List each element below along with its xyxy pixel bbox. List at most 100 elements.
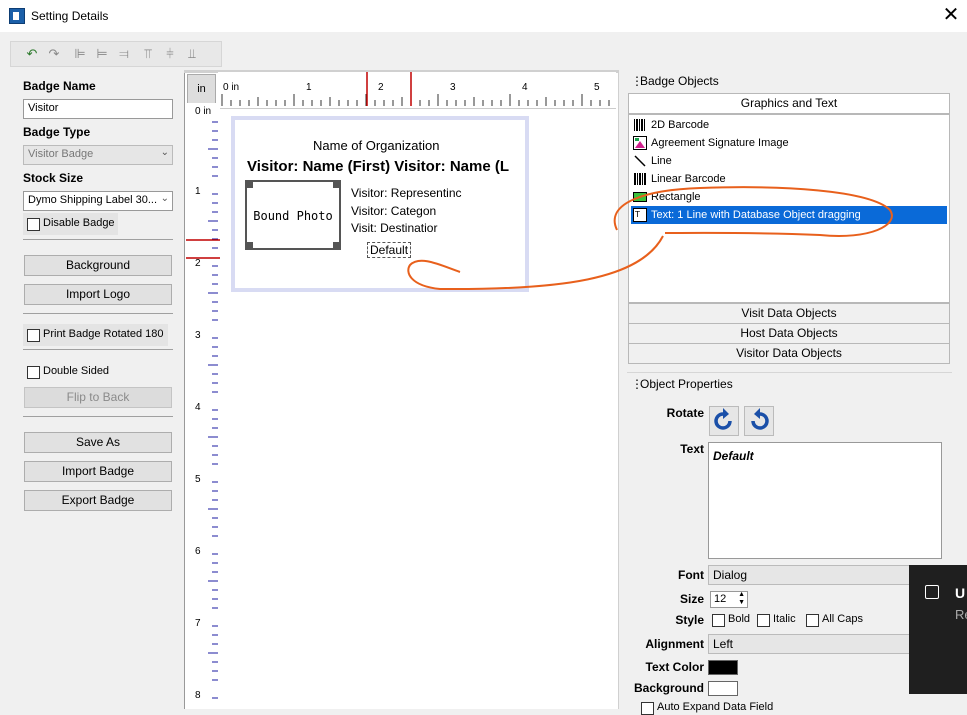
list-item[interactable]: Agreement Signature Image	[631, 134, 947, 152]
list-item-selected[interactable]: T Text: 1 Line with Database Object drag…	[631, 206, 947, 224]
ruler-h-label: 5	[594, 82, 600, 93]
align-top-icon[interactable]: ⫪	[139, 45, 157, 63]
list-item[interactable]: Line	[631, 152, 947, 170]
badge-name-input[interactable]: Visitor	[23, 99, 173, 119]
resize-handle[interactable]	[245, 242, 253, 250]
barcode-icon	[634, 173, 646, 185]
close-button[interactable]: ✕	[937, 2, 965, 30]
auto-expand-label: Auto Expand Data Field	[657, 701, 774, 713]
align-center-icon[interactable]: ⊨	[93, 45, 111, 63]
vertical-ruler: 0 in 1 2 3 4 5 6 7 8	[186, 103, 220, 709]
rotate-right-button[interactable]	[744, 406, 774, 436]
text-icon: T	[633, 208, 647, 222]
ruler-v-label: 2	[195, 258, 201, 269]
rotate-left-button[interactable]	[709, 406, 739, 436]
badge-type-select[interactable]: Visitor Badge ⌄	[23, 145, 173, 165]
text-color-swatch[interactable]	[708, 660, 738, 675]
list-item-label: Rectangle	[651, 191, 701, 203]
align-right-icon[interactable]: ⫤	[115, 45, 133, 63]
align-left-icon[interactable]: ⊫	[71, 45, 89, 63]
notification-icon	[925, 585, 939, 599]
horizontal-ruler: 0 in 1 2 3 4 5	[218, 72, 616, 109]
double-sided-checkbox[interactable]	[27, 366, 40, 379]
rectangle-icon	[633, 192, 647, 202]
background-button[interactable]: Background	[24, 255, 172, 276]
list-item[interactable]: Linear Barcode	[631, 170, 947, 188]
stock-size-select[interactable]: Dymo Shipping Label 30... ⌄	[23, 191, 173, 211]
redo-icon[interactable]: ↷	[45, 45, 63, 63]
tab-host-data-objects[interactable]: Host Data Objects	[628, 323, 950, 344]
print-rotated-label: Print Badge Rotated 180	[43, 328, 164, 340]
list-item-label: Linear Barcode	[651, 173, 726, 185]
default-text-object[interactable]: Default	[367, 242, 412, 258]
resize-handle[interactable]	[245, 180, 253, 188]
app-icon	[9, 8, 25, 24]
list-item-label: Text: 1 Line with Database Object draggi…	[651, 209, 861, 221]
background-color-swatch[interactable]	[708, 681, 738, 696]
list-item[interactable]: Rectangle	[631, 188, 947, 206]
list-item[interactable]: 2D Barcode	[631, 116, 947, 134]
unit-toggle-button[interactable]: in	[187, 74, 216, 104]
line-icon	[634, 155, 646, 167]
tab-graphics-and-text[interactable]: Graphics and Text	[628, 93, 950, 114]
disable-badge-checkbox[interactable]	[27, 218, 40, 231]
import-badge-button[interactable]: Import Badge	[24, 461, 172, 482]
alignment-label: Alignment	[645, 637, 704, 651]
ruler-v-label: 1	[195, 186, 201, 197]
category-text[interactable]: Visitor: Categon	[351, 204, 441, 218]
bound-photo-placeholder[interactable]: Bound Photo	[245, 180, 341, 250]
ruler-ticks	[221, 72, 610, 106]
divider	[23, 416, 173, 417]
double-sided-label: Double Sided	[43, 365, 110, 377]
badge-type-label: Badge Type	[23, 125, 91, 139]
undo-icon[interactable]: ↶	[23, 45, 41, 63]
bold-label: Bold	[728, 613, 751, 625]
badge-type-value: Visitor Badge	[28, 148, 94, 160]
size-label: Size	[679, 592, 704, 606]
rotate-cw-icon	[751, 408, 769, 430]
rotate-ccw-icon	[714, 408, 732, 430]
badge-preview[interactable]: Name of Organization Visitor: Name (Firs…	[231, 116, 529, 292]
text-content-input[interactable]: Default	[708, 442, 942, 559]
badge-objects-list: 2D Barcode Agreement Signature Image Lin…	[628, 114, 950, 303]
print-rotated-row[interactable]: Print Badge Rotated 180	[23, 324, 168, 346]
export-badge-button[interactable]: Export Badge	[24, 490, 172, 511]
notification-toast[interactable]: U Re	[909, 565, 967, 694]
font-select[interactable]: Dialog	[708, 565, 918, 585]
ruler-h-label: 0 in	[223, 82, 240, 93]
save-as-button[interactable]: Save As	[24, 432, 172, 453]
bold-checkbox[interactable]	[712, 614, 725, 627]
title-bar	[0, 0, 967, 32]
ruler-v-label: 5	[195, 474, 201, 485]
destination-text[interactable]: Visit: Destinatior	[351, 221, 443, 235]
print-rotated-checkbox[interactable]	[27, 329, 40, 342]
badge-name-label: Badge Name	[23, 79, 96, 93]
flip-to-back-button[interactable]: Flip to Back	[24, 387, 172, 408]
org-name-text[interactable]: Name of Organization	[313, 138, 439, 153]
resize-handle[interactable]	[333, 180, 341, 188]
disable-badge-row[interactable]: Disable Badge	[23, 213, 118, 235]
visitor-name-text[interactable]: Visitor: Name (First) Visitor: Name (L	[247, 158, 525, 175]
svg-text:T: T	[634, 210, 640, 219]
spin-arrows-icon[interactable]: ▲ ▼	[738, 591, 745, 607]
italic-checkbox[interactable]	[757, 614, 770, 627]
toast-title: U	[955, 585, 966, 601]
toast-subtitle: Re	[955, 607, 967, 622]
tab-visit-data-objects[interactable]: Visit Data Objects	[628, 303, 950, 324]
representing-text[interactable]: Visitor: Representinc	[351, 186, 467, 200]
align-bottom-icon[interactable]: ⫫	[183, 45, 201, 63]
ruler-v-label: 3	[195, 330, 201, 341]
all-caps-checkbox[interactable]	[806, 614, 819, 627]
window-title: Setting Details	[31, 9, 109, 23]
import-logo-button[interactable]: Import Logo	[24, 284, 172, 305]
ruler-v-label: 8	[195, 690, 201, 701]
alignment-select[interactable]: Left	[708, 634, 918, 654]
align-middle-icon[interactable]: ⫩	[161, 45, 179, 63]
italic-label: Italic	[773, 613, 796, 625]
toolbar: ↶ ↷ ⊫ ⊨ ⫤ ⫪ ⫩ ⫫	[10, 41, 222, 67]
tab-visitor-data-objects[interactable]: Visitor Data Objects	[628, 343, 950, 364]
ruler-v-label: 4	[195, 402, 201, 413]
resize-handle[interactable]	[333, 242, 341, 250]
ruler-h-label: 3	[450, 82, 456, 93]
size-stepper[interactable]: 12 ▲ ▼	[710, 591, 748, 608]
